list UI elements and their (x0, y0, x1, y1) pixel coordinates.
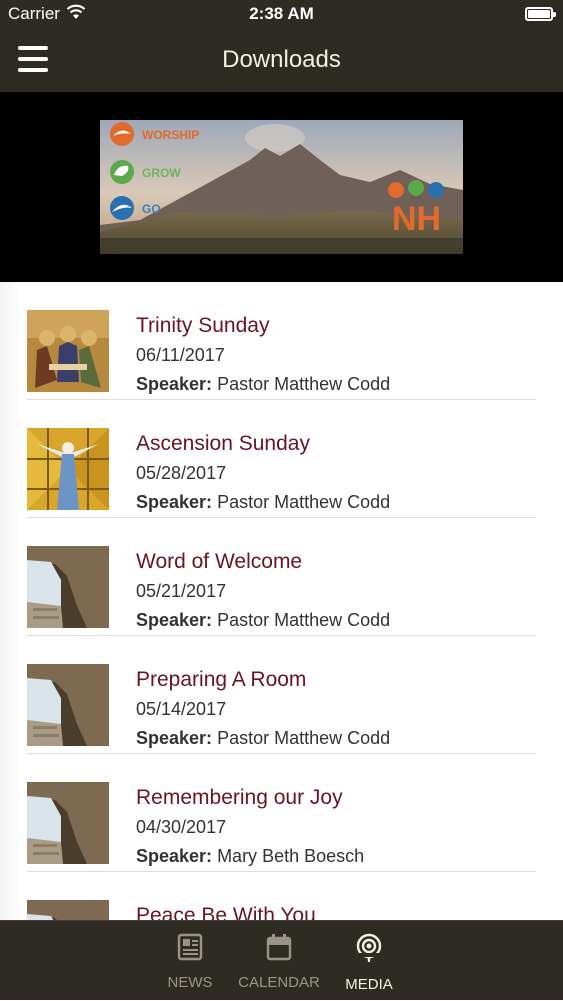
clock: 2:38 AM (249, 4, 314, 23)
tab-news[interactable]: NEWS (150, 921, 230, 1001)
banner-logo-text: NH (392, 200, 442, 238)
tomb-icon-thumbnail (27, 782, 109, 864)
item-speaker: Speaker: Pastor Matthew Codd (136, 492, 390, 513)
trinity-icon-thumbnail (27, 310, 109, 392)
speaker-label: Speaker: (136, 492, 213, 512)
podcast-icon (334, 933, 404, 968)
speaker-name: Pastor Matthew Codd (217, 610, 391, 630)
list-item[interactable]: Preparing A Room 05/14/2017 Speaker: Pas… (27, 636, 536, 754)
item-date: 06/11/2017 (136, 345, 225, 365)
church-banner-image: WORSHIP GROW GO NH (100, 120, 463, 254)
item-date: 04/30/2017 (136, 817, 227, 837)
ascension-icon-thumbnail (27, 428, 109, 510)
page-title: Downloads (222, 46, 341, 73)
tab-label: CALENDAR (238, 974, 320, 991)
speaker-label: Speaker: (136, 610, 213, 630)
tab-media[interactable]: MEDIA (334, 921, 404, 1001)
list-item[interactable]: Ascension Sunday 05/28/2017 Speaker: Pas… (27, 400, 536, 518)
item-title[interactable]: Word of Welcome (136, 550, 302, 574)
newspaper-icon (150, 933, 230, 966)
item-title[interactable]: Preparing A Room (136, 668, 306, 692)
item-speaker: Speaker: Mary Beth Boesch (136, 846, 364, 867)
tab-label: NEWS (167, 974, 213, 991)
tomb-icon-thumbnail (27, 546, 109, 628)
item-speaker: Speaker: Pastor Matthew Codd (136, 728, 390, 749)
speaker-label: Speaker: (136, 846, 213, 866)
tomb-icon-thumbnail (27, 664, 109, 746)
banner-word-grow: GROW (142, 166, 181, 180)
list-item[interactable]: Peace Be With You (27, 872, 536, 922)
list-item[interactable]: Remembering our Joy 04/30/2017 Speaker: … (27, 754, 536, 872)
speaker-name: Pastor Matthew Codd (217, 492, 391, 512)
tab-calendar[interactable]: CALENDAR (234, 921, 324, 1001)
item-speaker: Speaker: Pastor Matthew Codd (136, 610, 390, 631)
speaker-label: Speaker: (136, 728, 213, 748)
speaker-name: Pastor Matthew Codd (217, 374, 391, 394)
item-speaker: Speaker: Pastor Matthew Codd (136, 374, 390, 395)
item-title[interactable]: Remembering our Joy (136, 786, 343, 810)
banner-area: WORSHIP GROW GO NH (0, 92, 563, 282)
tab-bar: NEWS CALENDAR MEDIA (0, 920, 563, 1000)
item-date: 05/14/2017 (136, 699, 227, 719)
banner-word-go: GO (142, 202, 161, 216)
item-title[interactable]: Trinity Sunday (136, 314, 269, 338)
speaker-name: Mary Beth Boesch (217, 846, 365, 866)
banner-word-worship: WORSHIP (142, 128, 200, 142)
speaker-name: Pastor Matthew Codd (217, 728, 391, 748)
battery-icon (525, 7, 556, 21)
item-date: 05/28/2017 (136, 463, 227, 483)
status-bar: Carrier 2:38 AM (0, 0, 563, 28)
list-item[interactable]: Trinity Sunday 06/11/2017 Speaker: Pasto… (27, 282, 536, 400)
tab-label: MEDIA (345, 976, 393, 993)
item-date: 05/21/2017 (136, 581, 227, 601)
downloads-list: Trinity Sunday 06/11/2017 Speaker: Pasto… (0, 282, 563, 922)
speaker-label: Speaker: (136, 374, 213, 394)
nav-bar: Downloads (0, 28, 563, 92)
tomb-icon-thumbnail (27, 900, 109, 922)
calendar-icon (234, 933, 324, 966)
list-item[interactable]: Word of Welcome 05/21/2017 Speaker: Past… (27, 518, 536, 636)
item-title[interactable]: Ascension Sunday (136, 432, 310, 456)
